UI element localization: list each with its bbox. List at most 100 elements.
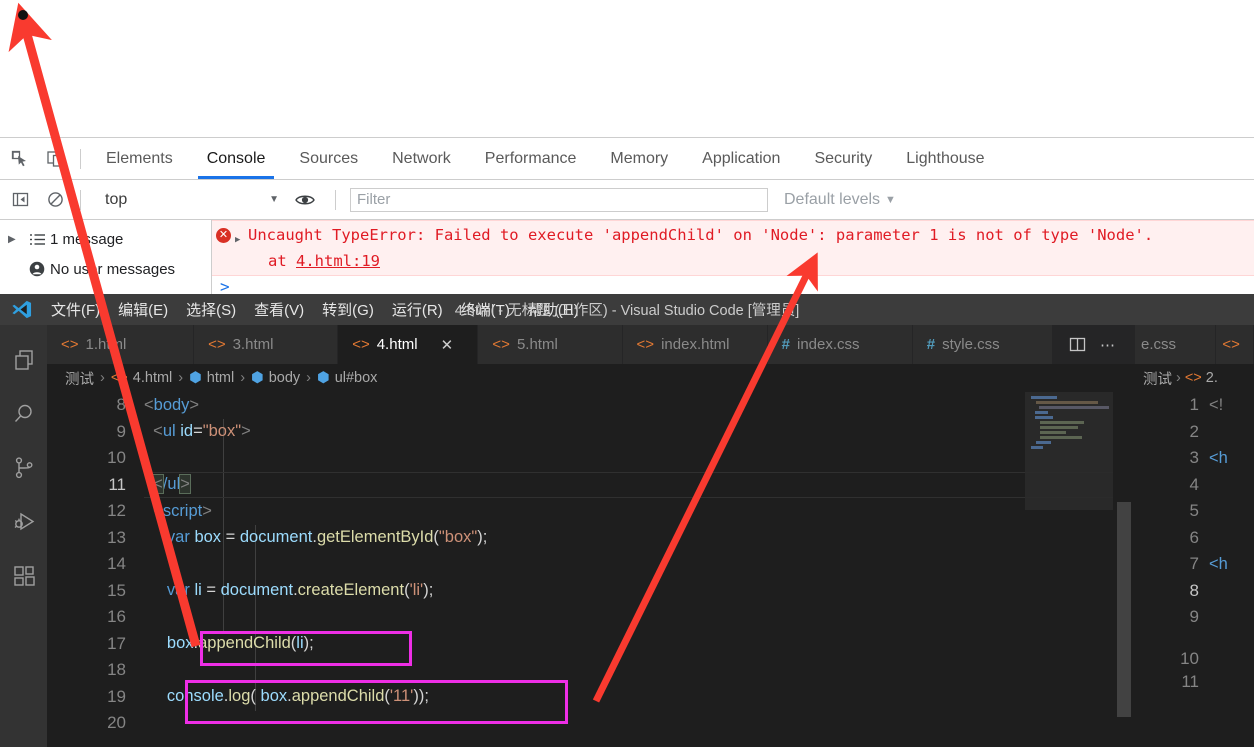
code-line[interactable]: 10	[1131, 631, 1254, 669]
expand-error-icon[interactable]: ▶	[235, 230, 244, 251]
code-line[interactable]: 13 var box = document.getElementById("bo…	[47, 525, 1131, 552]
run-and-debug-icon[interactable]	[0, 495, 47, 549]
side-editor-tab-next[interactable]: <>	[1216, 325, 1254, 364]
code-line[interactable]: 9 <ul id="box">	[47, 419, 1131, 446]
symbol-cube-icon: ⬢	[317, 370, 330, 386]
code-text: <!	[1209, 395, 1224, 414]
breadcrumb-separator: ›	[100, 370, 105, 386]
devtools-tab-network[interactable]: Network	[375, 138, 468, 179]
menu-run[interactable]: 运行(R)	[383, 297, 452, 322]
editor-tab-indexcss[interactable]: # index.css	[767, 325, 913, 364]
code-line[interactable]: 1 <!	[1131, 392, 1254, 419]
close-icon[interactable]: ✕	[441, 336, 454, 354]
console-log-levels-dropdown[interactable]: Default levels ▼	[784, 191, 896, 209]
split-editor-icon[interactable]	[1069, 336, 1086, 353]
side-breadcrumb-project[interactable]: 测试	[1143, 368, 1172, 389]
menu-view[interactable]: 查看(V)	[245, 297, 313, 322]
editor-tab-3html[interactable]: <> 3.html	[194, 325, 339, 364]
code-line[interactable]: 15 var li = document.createElement('li')…	[47, 578, 1131, 605]
line-number: 10	[1180, 648, 1199, 668]
toggle-console-sidebar-icon[interactable]	[5, 186, 35, 214]
breadcrumb-label: 4.html	[132, 370, 173, 386]
breadcrumb-item-ulbox[interactable]: ⬢ ul#box	[317, 370, 377, 386]
devtools-tab-security[interactable]: Security	[797, 138, 889, 179]
console-context-value: top	[105, 190, 128, 208]
code-line[interactable]: 19 console.log( box.appendChild('11'));	[47, 684, 1131, 711]
chevron-right-icon[interactable]: ▶	[8, 234, 24, 245]
console-error-message[interactable]: ✕ ▶ Uncaught TypeError: Failed to execut…	[212, 220, 1254, 276]
error-source-link[interactable]: 4.html:19	[296, 252, 380, 270]
menu-selection[interactable]: 选择(S)	[177, 297, 245, 322]
code-line[interactable]: 6	[1131, 525, 1254, 552]
chevron-down-icon: ▼	[269, 194, 279, 205]
minimap-slider[interactable]	[1025, 392, 1113, 510]
scrollbar-thumb[interactable]	[1117, 502, 1131, 717]
breadcrumb-item-html[interactable]: ⬢ html	[189, 370, 234, 386]
console-sidebar-messages[interactable]: ▶ 1 message	[0, 224, 211, 254]
devtools-tab-elements[interactable]: Elements	[89, 138, 190, 179]
devtools-tab-memory[interactable]: Memory	[593, 138, 685, 179]
console-context-selector[interactable]: top ▼	[93, 187, 285, 213]
code-editor[interactable]: 8 <body> 9 <ul id="box"> 10 11 </ul> 12 …	[47, 392, 1131, 747]
editor-scrollbar[interactable]	[1113, 392, 1131, 747]
live-expression-eye-icon[interactable]	[285, 193, 325, 207]
code-text: <h	[1209, 448, 1228, 467]
code-line[interactable]: 11	[1131, 669, 1254, 696]
devtools-tab-application[interactable]: Application	[685, 138, 797, 179]
devtools-tab-lighthouse[interactable]: Lighthouse	[889, 138, 1001, 179]
editor-tab-stylecss[interactable]: # style.css	[912, 325, 1053, 364]
devtools-tab-performance[interactable]: Performance	[468, 138, 594, 179]
tab-label: style.css	[942, 336, 1000, 353]
menu-file[interactable]: 文件(F)	[42, 297, 109, 322]
tab-label: index.html	[661, 336, 730, 353]
code-line[interactable]: 14	[47, 551, 1131, 578]
editor-tab-4html[interactable]: <> 4.html ✕	[338, 325, 479, 364]
breadcrumb-item-project[interactable]: 测试	[65, 368, 94, 389]
breadcrumb-item-body[interactable]: ⬢ body	[251, 370, 300, 386]
code-line[interactable]: 9	[1131, 604, 1254, 631]
more-actions-icon[interactable]: ⋯	[1100, 336, 1115, 354]
console-sidebar-user-messages[interactable]: No user messages	[0, 254, 211, 284]
console-filter-input[interactable]	[350, 187, 768, 212]
code-line[interactable]: 4	[1131, 472, 1254, 499]
code-line[interactable]: 2	[1131, 419, 1254, 446]
extensions-icon[interactable]	[0, 549, 47, 603]
code-line[interactable]: 20	[47, 710, 1131, 737]
code-content[interactable]: 8 <body> 9 <ul id="box"> 10 11 </ul> 12 …	[47, 392, 1131, 747]
editor-tab-5html[interactable]: <> 5.html	[478, 325, 623, 364]
inspect-element-icon[interactable]	[5, 145, 35, 173]
chrome-devtools-panel: Elements Console Sources Network Perform…	[0, 137, 1254, 296]
devtools-tab-sources[interactable]: Sources	[282, 138, 375, 179]
code-line[interactable]: 17 box.appendChild(li);	[47, 631, 1131, 658]
menu-help[interactable]: 帮助(H)	[519, 297, 588, 322]
code-line[interactable]: 10	[47, 445, 1131, 472]
editor-minimap[interactable]	[1025, 392, 1113, 747]
side-breadcrumb-file[interactable]: 2.	[1206, 370, 1218, 386]
code-line[interactable]: 8	[1131, 578, 1254, 605]
code-line[interactable]: 5	[1131, 498, 1254, 525]
menu-go[interactable]: 转到(G)	[313, 297, 383, 322]
code-line[interactable]: 3 <h	[1131, 445, 1254, 472]
side-code-content[interactable]: 1 <! 2 3 <h 4 5 6 7 <h 8 9 10 11	[1131, 392, 1254, 747]
code-line[interactable]: 8 <body>	[47, 392, 1131, 419]
source-control-icon[interactable]	[0, 441, 47, 495]
breadcrumb-item-file[interactable]: <> 4.html	[111, 370, 172, 386]
editor-tab-indexhtml[interactable]: <> index.html	[622, 325, 768, 364]
menu-terminal[interactable]: 终端(T)	[452, 297, 519, 322]
explorer-icon[interactable]	[0, 333, 47, 387]
code-line[interactable]: 18	[47, 657, 1131, 684]
code-line[interactable]: 16	[47, 604, 1131, 631]
html-icon: <>	[352, 336, 370, 353]
side-editor-tab-partial[interactable]: e.css	[1135, 325, 1217, 364]
editor-tab-1html[interactable]: <> 1.html	[47, 325, 195, 364]
device-toolbar-icon[interactable]	[40, 145, 70, 173]
search-icon[interactable]	[0, 387, 47, 441]
clear-console-icon[interactable]	[40, 186, 70, 214]
code-line[interactable]: 12 <script>	[47, 498, 1131, 525]
side-editor-tabs: e.css <>	[1131, 325, 1254, 364]
line-number: 11	[108, 474, 126, 494]
code-line[interactable]: 11 </ul>	[47, 472, 1131, 499]
menu-edit[interactable]: 编辑(E)	[109, 297, 177, 322]
devtools-tab-console[interactable]: Console	[190, 138, 283, 179]
code-line[interactable]: 7 <h	[1131, 551, 1254, 578]
